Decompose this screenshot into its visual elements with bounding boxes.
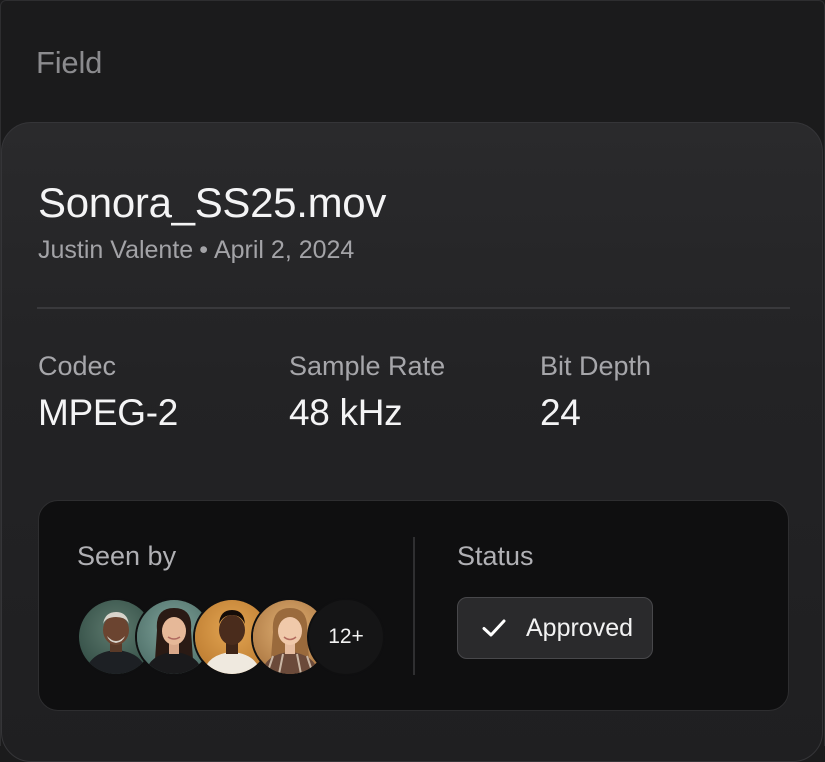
status-badge[interactable]: Approved (457, 597, 653, 659)
section-label: Field (36, 45, 103, 80)
app-frame: Field Sonora_SS25.mov Justin Valente • Apr… (0, 0, 825, 762)
file-meta: Justin Valente • April 2, 2024 (38, 236, 354, 265)
spec-codec: Codec MPEG-2 (38, 351, 178, 434)
avatar-more-count[interactable]: 12+ (307, 598, 385, 676)
spec-sample-rate: Sample Rate 48 kHz (289, 351, 445, 434)
spec-label: Sample Rate (289, 351, 446, 381)
review-panel: Seen by 12+ Status Approved (38, 500, 789, 711)
status-label: Status (457, 541, 534, 571)
seen-by-label: Seen by (77, 541, 177, 571)
file-title: Sonora_SS25.mov (38, 179, 387, 226)
spec-bit-depth: Bit Depth 24 (540, 351, 651, 434)
file-card[interactable]: Sonora_SS25.mov Justin Valente • April 2, … (1, 122, 823, 762)
card-divider (37, 307, 790, 309)
file-author: Justin Valente (38, 236, 194, 264)
meta-separator: • (199, 236, 208, 264)
spec-label: Bit Depth (540, 351, 652, 381)
spec-value: MPEG-2 (38, 392, 179, 433)
panel-divider (413, 537, 415, 675)
spec-value: 24 (540, 392, 581, 433)
spec-label: Codec (38, 351, 117, 381)
status-value: Approved (526, 613, 634, 642)
spec-value: 48 kHz (289, 392, 403, 433)
check-icon (482, 619, 506, 637)
file-date: April 2, 2024 (213, 236, 355, 264)
